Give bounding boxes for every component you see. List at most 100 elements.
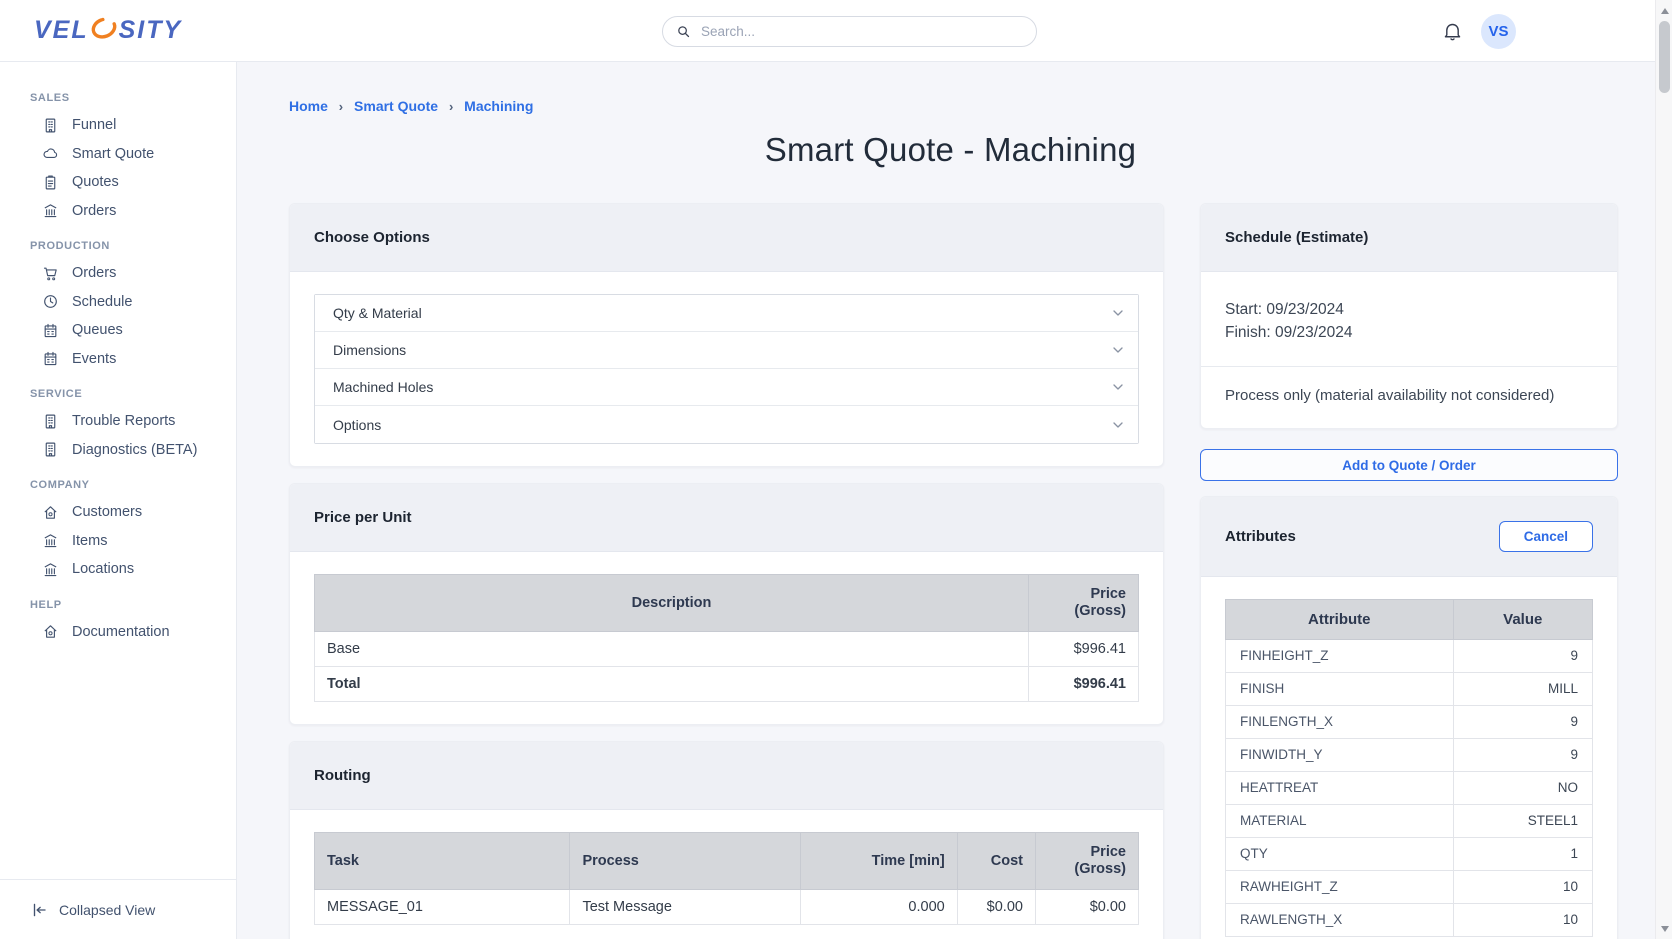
collapsed-view-label: Collapsed View [59,902,155,918]
sidebar-item-documentation[interactable]: Documentation [0,618,236,647]
accordion-item-label: Options [333,417,381,433]
price-row-description: Total [315,667,1029,702]
table-row: FINLENGTH_X 9 [1226,706,1593,739]
sidebar-section-help: HELP Documentation [0,599,236,647]
attribute-value: NO [1453,772,1592,805]
scrollbar-down-arrow[interactable] [1656,920,1672,937]
notifications-bell-icon[interactable] [1442,20,1463,43]
scrollbar-up-arrow[interactable] [1656,2,1672,19]
clock-icon [42,293,59,310]
price-row-description: Base [315,632,1029,667]
sidebar-item-label: Trouble Reports [72,413,175,429]
section-label-company: COMPANY [0,479,236,491]
page-scrollbar [1655,0,1672,939]
section-label-help: HELP [0,599,236,611]
breadcrumb-home-link[interactable]: Home [289,98,328,114]
attribute-value: 9 [1453,706,1592,739]
attribute-name: QTY [1226,838,1454,871]
breadcrumb: Home › Smart Quote › Machining [289,98,1672,114]
app-logo[interactable]: VEL SITY [34,16,182,46]
routing-process: Test Message [570,890,801,925]
sidebar-section-production: PRODUCTION Orders Schedule Queues Events [0,240,236,373]
column-header-attribute: Attribute [1226,600,1454,640]
attribute-value: 10 [1453,871,1592,904]
scrollbar-thumb[interactable] [1659,21,1670,93]
accordion-item-qty-material[interactable]: Qty & Material [315,295,1138,332]
sidebar-item-schedule[interactable]: Schedule [0,288,236,317]
attribute-name: FINHEIGHT_Z [1226,640,1454,673]
logo-orbit-icon [87,12,121,42]
routing-header: Routing [290,742,1163,810]
cloud-icon [42,145,59,162]
sidebar-item-queues[interactable]: Queues [0,316,236,345]
attribute-value: 1 [1453,838,1592,871]
search-input[interactable] [662,16,1037,47]
attribute-value: 9 [1453,640,1592,673]
sidebar-item-events[interactable]: Events [0,345,236,374]
clipboard-icon [42,174,59,191]
card-title: Routing [314,767,371,784]
sidebar-item-locations[interactable]: Locations [0,555,236,584]
price-row-value: $996.41 [1029,632,1139,667]
sidebar-item-funnel[interactable]: Funnel [0,111,236,140]
add-to-quote-order-button[interactable]: Add to Quote / Order [1200,449,1618,481]
sidebar-item-label: Documentation [72,624,170,640]
attribute-value: STEEL1 [1453,805,1592,838]
bank-icon [42,561,59,578]
attribute-name: FINWIDTH_Y [1226,739,1454,772]
breadcrumb-smart-quote-link[interactable]: Smart Quote [354,98,438,114]
sidebar-item-label: Funnel [72,117,116,133]
card-title: Price per Unit [314,509,412,526]
sidebar-item-items[interactable]: Items [0,527,236,556]
avatar-initials: VS [1488,23,1508,40]
cancel-button[interactable]: Cancel [1499,521,1593,552]
accordion-item-options[interactable]: Options [315,406,1138,443]
collapsed-view-toggle[interactable]: Collapsed View [0,879,236,939]
main-content: Home › Smart Quote › Machining Smart Quo… [237,62,1672,939]
sidebar-item-smart-quote[interactable]: Smart Quote [0,140,236,169]
bank-icon [42,532,59,549]
card-title: Attributes [1225,528,1296,545]
table-row: MATERIAL STEEL1 [1226,805,1593,838]
column-header-process: Process [570,833,801,890]
accordion-item-label: Machined Holes [333,379,433,395]
column-header-value: Value [1453,600,1592,640]
breadcrumb-machining-link[interactable]: Machining [464,98,533,114]
sidebar-item-production-orders[interactable]: Orders [0,259,236,288]
accordion-item-label: Dimensions [333,342,406,358]
price-per-unit-header: Price per Unit [290,484,1163,552]
attribute-name: FINLENGTH_X [1226,706,1454,739]
price-per-unit-card: Price per Unit Description Price (Gross) [289,483,1164,725]
accordion-item-dimensions[interactable]: Dimensions [315,332,1138,369]
table-header-row: Attribute Value [1226,600,1593,640]
sidebar-item-diagnostics[interactable]: Diagnostics (BETA) [0,436,236,465]
sidebar-item-label: Items [72,533,107,549]
logo-text-right: SITY [119,16,183,45]
routing-price: $0.00 [1035,890,1138,925]
sidebar-section-service: SERVICE Trouble Reports Diagnostics (BET… [0,388,236,464]
sidebar-item-sales-orders[interactable]: Orders [0,197,236,226]
sidebar-item-label: Schedule [72,294,132,310]
chevron-down-icon [1110,417,1126,433]
avatar[interactable]: VS [1481,14,1516,49]
collapse-arrow-icon [30,901,48,919]
card-title: Choose Options [314,229,430,246]
sidebar-item-label: Customers [72,504,142,520]
home-icon [42,504,59,521]
sidebar-item-trouble-reports[interactable]: Trouble Reports [0,407,236,436]
sidebar-item-quotes[interactable]: Quotes [0,168,236,197]
attributes-table: Attribute Value FINHEIGHT_Z 9 [1225,599,1593,937]
schedule-dates: Start: 09/23/2024 Finish: 09/23/2024 [1201,272,1617,366]
sidebar-section-company: COMPANY Customers Items Locations [0,479,236,584]
building-icon [42,413,59,430]
routing-task: MESSAGE_01 [315,890,570,925]
choose-options-card: Choose Options Qty & Material Dimensions [289,203,1164,467]
price-table: Description Price (Gross) Base $996.41 [314,574,1139,702]
table-row: RAWHEIGHT_Z 10 [1226,871,1593,904]
search-icon [676,24,691,39]
accordion-item-machined-holes[interactable]: Machined Holes [315,369,1138,406]
column-header-price-gross: Price (Gross) [1029,575,1139,632]
sidebar-item-customers[interactable]: Customers [0,498,236,527]
routing-card: Routing Task Process Time [min] Cost Pri… [289,741,1164,939]
accordion-item-label: Qty & Material [333,305,422,321]
